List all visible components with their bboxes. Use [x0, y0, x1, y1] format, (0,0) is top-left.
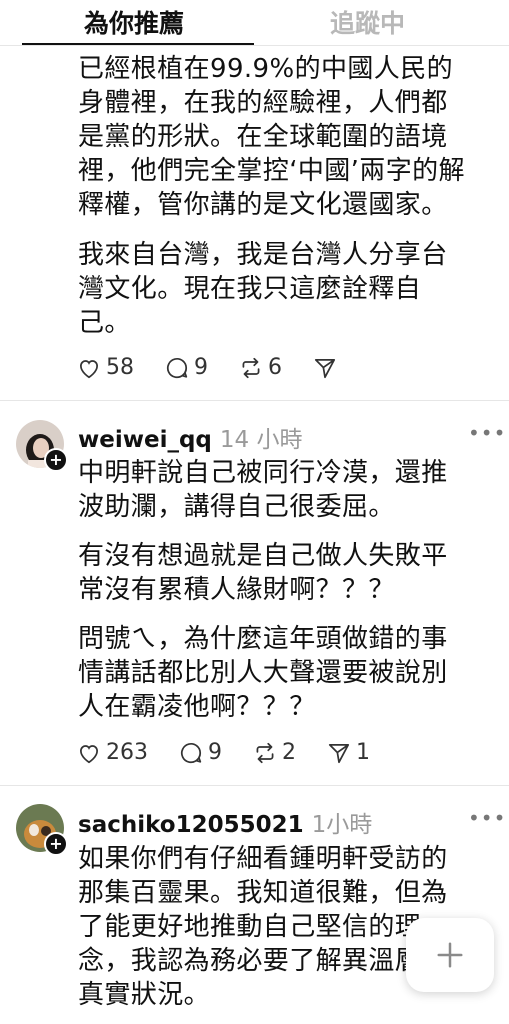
tab-following[interactable]: 追蹤中: [330, 4, 405, 40]
repost-button[interactable]: 6: [238, 355, 282, 381]
username[interactable]: weiwei_qq: [78, 427, 212, 453]
post-text: 問號ㄟ，為什麼這年頭做錯的事 情講話都比別人大聲還要被說別 人在霸凌他啊？？？: [78, 624, 448, 722]
post-divider: [0, 400, 509, 401]
tabs-divider: [0, 45, 509, 46]
reply-count: 9: [208, 740, 222, 765]
repost-icon: [242, 357, 260, 379]
feed-tabs: 為你推薦 追蹤中: [0, 0, 509, 46]
post-author: sachiko12055021 1小時: [78, 805, 372, 839]
post-text: 我來自台灣，我是台灣人分享台 灣文化。現在我只這麼詮釋自 己。: [78, 240, 448, 338]
post-time: 1小時: [311, 812, 373, 838]
reply-count: 9: [194, 355, 208, 380]
speech-bubble-icon: [180, 743, 202, 764]
repost-icon: [256, 742, 274, 764]
more-dots-icon[interactable]: •••: [468, 421, 506, 445]
like-count: 58: [106, 355, 134, 380]
plus-icon: [437, 942, 463, 968]
share-button[interactable]: [312, 355, 342, 381]
repost-button[interactable]: 2: [252, 740, 296, 766]
share-button[interactable]: 1: [326, 740, 370, 766]
like-button[interactable]: 58: [76, 355, 134, 381]
like-button[interactable]: 263: [76, 740, 148, 766]
avatar[interactable]: +: [16, 420, 68, 472]
follow-plus-icon[interactable]: +: [44, 448, 68, 472]
username[interactable]: sachiko12055021: [78, 812, 304, 838]
share-count: 1: [356, 740, 370, 765]
send-icon: [328, 744, 350, 764]
post-text: 已經根植在99.9%的中國人民的 身體裡，在我的經驗裡，人們都 是黨的形狀。在全…: [78, 54, 465, 220]
post-author: weiwei_qq 14 小時: [78, 420, 302, 454]
reply-button[interactable]: 9: [178, 740, 222, 766]
heart-icon: [80, 360, 98, 379]
like-count: 263: [106, 740, 148, 765]
post-actions: 58 9 6: [76, 353, 372, 383]
post-time: 14 小時: [219, 427, 303, 453]
follow-plus-icon[interactable]: +: [44, 832, 68, 856]
avatar[interactable]: +: [16, 804, 68, 856]
post-actions: 263 9 2 1: [76, 738, 400, 768]
reply-button[interactable]: 9: [164, 355, 208, 381]
compose-button[interactable]: [406, 918, 494, 992]
tab-for-you[interactable]: 為你推薦: [84, 4, 184, 40]
send-icon: [314, 359, 336, 379]
speech-bubble-icon: [166, 358, 188, 379]
repost-count: 6: [268, 355, 282, 380]
post-text: 中明軒說自己被同行冷漠，還推 波助瀾，講得自己很委屈。: [78, 458, 448, 522]
post-divider: [0, 785, 509, 786]
repost-count: 2: [282, 740, 296, 765]
heart-icon: [80, 745, 98, 764]
more-dots-icon[interactable]: •••: [468, 806, 506, 830]
post-text: 有沒有想過就是自己做人失敗平 常沒有累積人緣財啊？？？: [78, 541, 448, 605]
